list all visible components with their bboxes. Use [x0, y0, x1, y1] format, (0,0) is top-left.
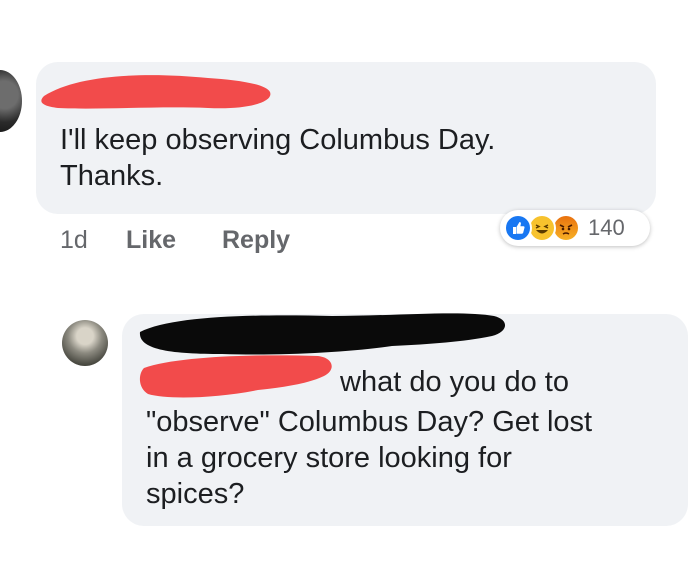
angry-reaction-icon	[552, 214, 580, 242]
reactions-summary[interactable]: 140	[500, 210, 650, 246]
reaction-count: 140	[588, 215, 625, 240]
like-reaction-icon	[504, 214, 532, 242]
reply-text-first-line: what do you do to	[340, 366, 569, 398]
redacted-name-scribble	[41, 75, 271, 109]
reply-button[interactable]: Reply	[222, 226, 290, 255]
redacted-mention-scribble	[139, 355, 332, 398]
comment-timestamp[interactable]: 1d	[60, 226, 88, 255]
commenter-avatar[interactable]	[0, 70, 22, 132]
replier-avatar[interactable]	[62, 320, 108, 366]
reply-text: "observe" Columbus Day? Get lost in a gr…	[146, 406, 593, 510]
like-button[interactable]: Like	[126, 226, 176, 255]
comment-text: I'll keep observing Columbus Day. Thanks…	[60, 124, 496, 192]
haha-reaction-icon	[528, 214, 556, 242]
